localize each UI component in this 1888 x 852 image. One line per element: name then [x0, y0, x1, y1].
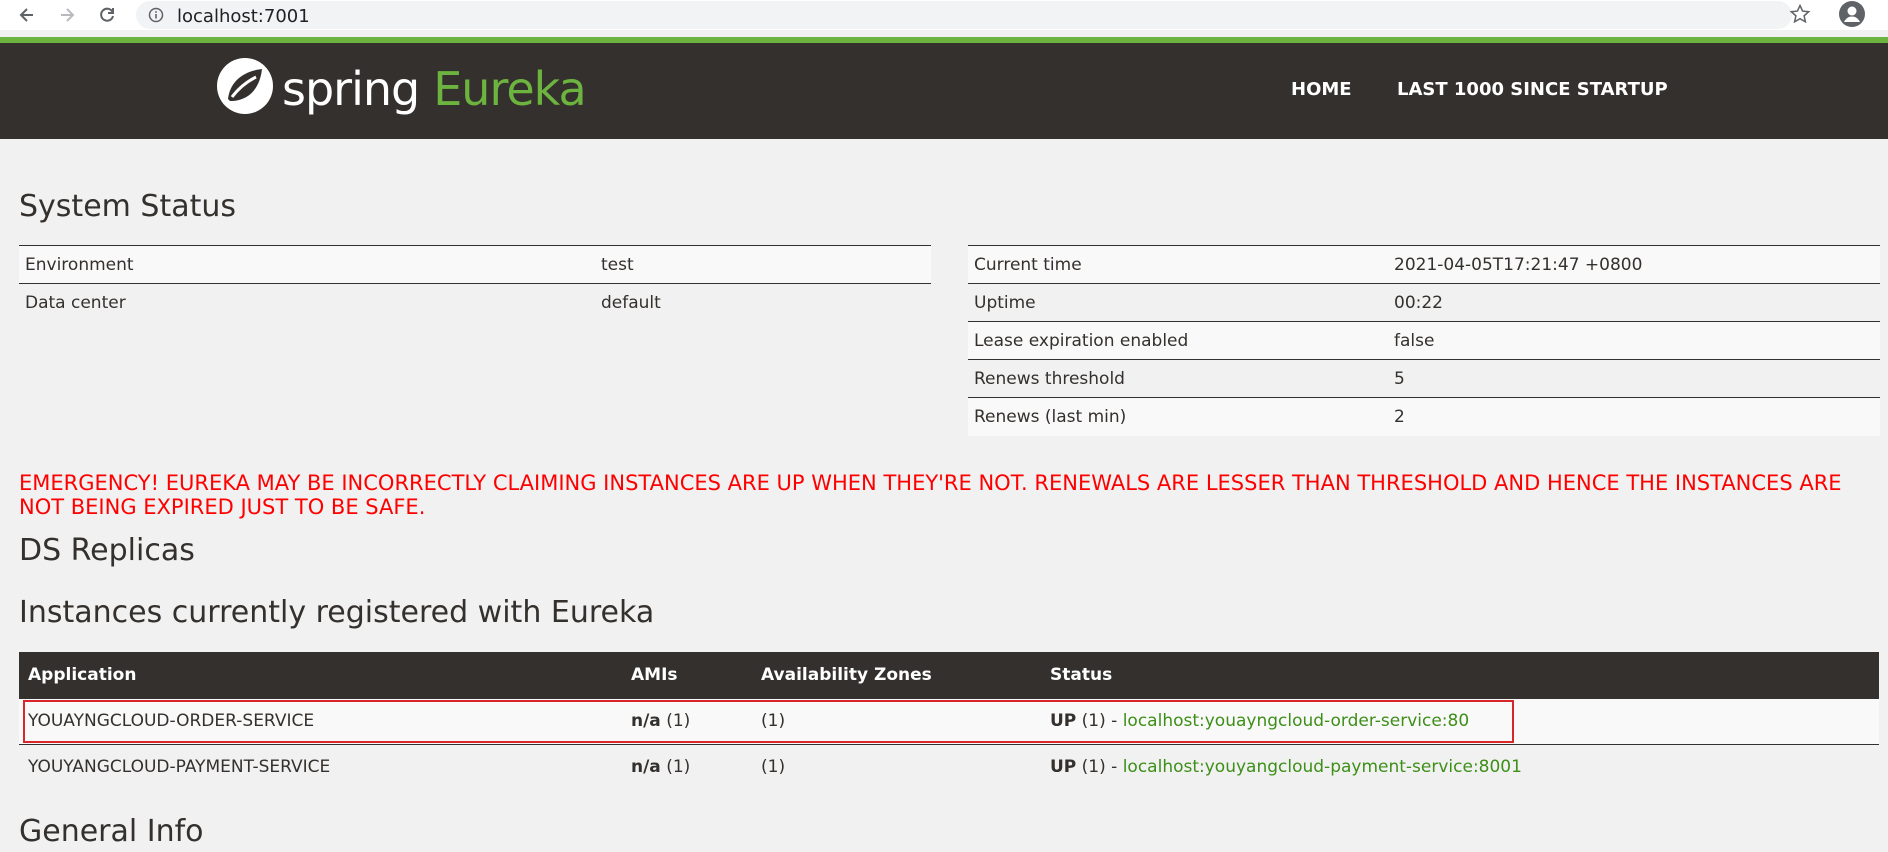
kv-key: Uptime [968, 283, 1388, 322]
kv-key: Data center [19, 283, 595, 322]
application-name: YOUYANGCLOUD-PAYMENT-SERVICE [19, 743, 622, 790]
status-cell: UP (1) - localhost:youyangcloud-payment-… [1041, 743, 1879, 790]
instances-title: Instances currently registered with Eure… [19, 595, 655, 630]
status-up: UP [1050, 757, 1077, 778]
table-row: Lease expiration enabled false [968, 321, 1880, 360]
site-header: spring Eureka HOME LAST 1000 SINCE START… [0, 43, 1888, 139]
kv-key: Environment [19, 245, 595, 284]
kv-value: test [595, 245, 931, 284]
nav-home-link[interactable]: HOME [1291, 79, 1352, 100]
instance-link[interactable]: localhost:youyangcloud-payment-service:8… [1123, 757, 1522, 777]
table-row: Current time 2021-04-05T17:21:47 +0800 [968, 245, 1880, 284]
table-row: Environment test [19, 245, 931, 284]
ds-replicas-title: DS Replicas [19, 533, 195, 568]
table-row: Data center default [19, 283, 931, 322]
zones-cell: (1) [752, 743, 1041, 790]
browser-toolbar: localhost:7001 [0, 0, 1888, 30]
kv-value: 5 [1388, 359, 1880, 398]
system-status-left-table: Environment test Data center default [19, 245, 931, 322]
amis-count: (1) [660, 757, 691, 778]
kv-value: 00:22 [1388, 283, 1880, 322]
table-row: Uptime 00:22 [968, 283, 1880, 322]
table-row: Renews threshold 5 [968, 359, 1880, 398]
profile-avatar-icon[interactable] [1838, 0, 1866, 33]
status-count: (1) - [1076, 757, 1123, 778]
kv-key: Renews (last min) [968, 397, 1388, 436]
url-text: localhost:7001 [177, 6, 310, 27]
address-bar[interactable]: localhost:7001 [136, 1, 1792, 29]
kv-value: false [1388, 321, 1880, 360]
table-row: YOUYANGCLOUD-PAYMENT-SERVICE n/a (1) (1)… [19, 743, 1879, 790]
kv-key: Current time [968, 245, 1388, 284]
reload-icon[interactable] [94, 2, 120, 28]
kv-key: Lease expiration enabled [968, 321, 1388, 360]
info-icon[interactable] [148, 7, 164, 28]
back-arrow-icon[interactable] [14, 2, 40, 28]
highlight-annotation-box [23, 700, 1514, 743]
system-status-right-table: Current time 2021-04-05T17:21:47 +0800 U… [968, 245, 1880, 436]
system-status-title: System Status [19, 189, 237, 224]
spring-leaf-icon [216, 57, 274, 120]
table-header-row: Application AMIs Availability Zones Stat… [19, 652, 1879, 698]
forward-arrow-icon[interactable] [54, 2, 80, 28]
kv-value: 2 [1388, 397, 1880, 436]
column-header-application: Application [19, 652, 622, 698]
column-header-availability-zones: Availability Zones [752, 652, 1041, 698]
kv-value: 2021-04-05T17:21:47 +0800 [1388, 245, 1880, 284]
table-row: Renews (last min) 2 [968, 397, 1880, 436]
amis-cell: n/a (1) [622, 743, 752, 790]
kv-key: Renews threshold [968, 359, 1388, 398]
logo-spring-text: spring [282, 61, 420, 116]
kv-value: default [595, 283, 931, 322]
column-header-status: Status [1041, 652, 1879, 698]
amis-value: n/a [631, 757, 661, 778]
emergency-warning: EMERGENCY! EUREKA MAY BE INCORRECTLY CLA… [19, 471, 1842, 519]
spring-eureka-logo[interactable]: spring Eureka [216, 57, 587, 120]
column-header-amis: AMIs [622, 652, 752, 698]
logo-eureka-text: Eureka [433, 61, 586, 116]
general-info-title: General Info [19, 814, 204, 849]
bookmark-star-icon[interactable] [1789, 3, 1811, 30]
nav-last-1000-link[interactable]: LAST 1000 SINCE STARTUP [1397, 79, 1668, 100]
